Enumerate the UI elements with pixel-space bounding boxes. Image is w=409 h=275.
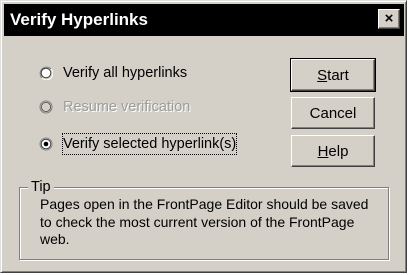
tip-groupbox: Tip Pages open in the FrontPage Editor s…	[19, 178, 389, 260]
tip-title: Tip	[28, 178, 54, 196]
radio-label: Verify all hyperlinks	[63, 65, 188, 81]
radio-unselected-icon[interactable]	[39, 66, 53, 80]
radio-label: Verify selected hyperlink(s)	[61, 133, 238, 155]
close-icon: ×	[384, 10, 394, 27]
help-label: elp	[328, 143, 349, 160]
close-button[interactable]: ×	[378, 9, 400, 29]
radio-selected-icon[interactable]	[39, 137, 53, 151]
verify-hyperlinks-dialog: Verify Hyperlinks × Verify all hyperlink…	[0, 0, 407, 273]
tip-text: Pages open in the FrontPage Editor shoul…	[40, 196, 369, 247]
cancel-button[interactable]: Cancel	[291, 97, 375, 129]
radio-label: Resume verification	[63, 99, 191, 115]
title-bar[interactable]: Verify Hyperlinks ×	[4, 4, 404, 36]
radio-disabled-icon	[39, 100, 53, 114]
cancel-label: Cancel	[309, 105, 357, 122]
start-button[interactable]: Start	[290, 58, 376, 92]
help-mnemonic: H	[317, 143, 329, 160]
help-button[interactable]: Help	[291, 135, 375, 167]
start-mnemonic: S	[317, 67, 328, 84]
start-label: tart	[327, 67, 349, 84]
dialog-title: Verify Hyperlinks	[10, 10, 148, 29]
